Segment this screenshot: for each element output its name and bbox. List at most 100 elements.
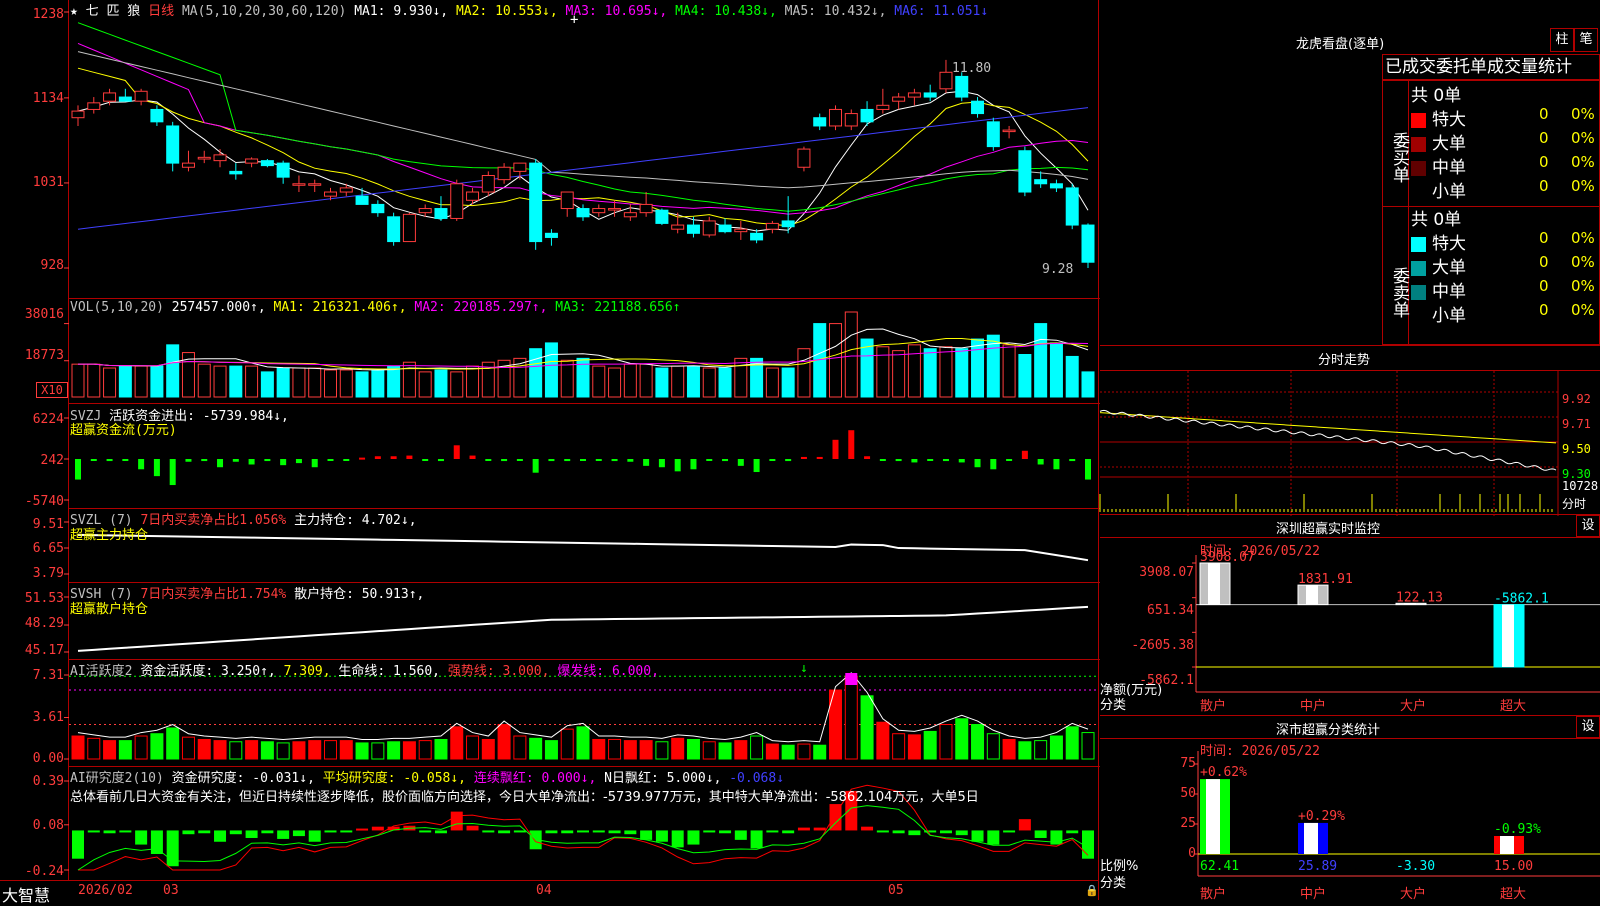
svsh-subtitle: 超赢散户持仓 bbox=[70, 602, 149, 617]
ai2-comment: 总体看前几日大资金有关注，但近日持续性逐步降低，股价面临方向选择，今日大单净流出… bbox=[70, 790, 979, 805]
fund-flow-bar bbox=[390, 456, 397, 459]
buy-total: 共 0单 bbox=[1411, 86, 1462, 106]
fund-flow-bar bbox=[311, 459, 318, 468]
lhb-title: 龙虎看盘(逐单) bbox=[1296, 37, 1385, 52]
research-bar bbox=[624, 830, 637, 835]
tick-view-button[interactable]: 笔 bbox=[1574, 28, 1598, 52]
fund-flow-bar bbox=[106, 459, 113, 462]
volume-bar bbox=[797, 348, 811, 398]
activity-bar bbox=[1018, 741, 1032, 760]
ai1-y-label: 3.61 bbox=[32, 710, 64, 725]
volume-bar bbox=[371, 369, 385, 398]
net-bar-label: 122.13 bbox=[1396, 590, 1443, 605]
research-bar bbox=[892, 830, 905, 834]
fund-flow-bar bbox=[958, 459, 965, 463]
svzj-subtitle: 超赢资金流(万元) bbox=[70, 423, 177, 438]
lhb-tabs[interactable]: 已成交委托单成交量统计 bbox=[1382, 54, 1600, 80]
volume-bar bbox=[686, 365, 700, 398]
lhb-table: 委买单 委卖单 共 0单 共 0单 特大 0 0% 大单 0 0% 中单 0 0% 小单 0 0% 特… bbox=[1382, 80, 1600, 345]
ai1-y-label: 0.00 bbox=[32, 751, 64, 766]
activity-bar bbox=[181, 736, 195, 760]
lhb-row-value: 0 bbox=[1539, 153, 1549, 171]
activity-bar bbox=[876, 721, 890, 760]
activity-bar bbox=[639, 740, 653, 760]
research-bar bbox=[545, 830, 558, 834]
szjk-cat: 中户 bbox=[1300, 699, 1327, 714]
fund-flow-bar bbox=[516, 459, 523, 461]
lock-icon[interactable]: 🔒 bbox=[1085, 884, 1099, 897]
activity-bar bbox=[560, 728, 574, 760]
research-bar bbox=[592, 830, 605, 833]
lhb-row-label: 大单 bbox=[1432, 134, 1466, 154]
down-arrow-icon: ↓ bbox=[800, 661, 808, 676]
research-bar bbox=[1018, 819, 1031, 831]
fenshi-y-label: 9.50 bbox=[1562, 442, 1591, 456]
research-bar bbox=[434, 830, 447, 834]
fund-flow-bar bbox=[911, 459, 918, 463]
activity-bar bbox=[765, 743, 779, 760]
research-bar bbox=[450, 811, 463, 831]
lhb-row-percent: 0% bbox=[1571, 177, 1595, 195]
fund-flow-bar bbox=[643, 459, 650, 466]
fund-flow-bar bbox=[1053, 459, 1060, 470]
research-bar bbox=[1066, 830, 1079, 834]
svzj-y-label: 6224 bbox=[32, 412, 64, 427]
activity-bar bbox=[513, 735, 527, 760]
activity-bar bbox=[260, 741, 274, 760]
fund-flow-bar bbox=[1021, 450, 1028, 459]
research-bar bbox=[103, 830, 116, 834]
volume-bar bbox=[292, 367, 306, 398]
fund-flow-bar bbox=[485, 459, 492, 461]
activity-bar bbox=[1034, 740, 1048, 760]
fund-flow-bar bbox=[122, 459, 129, 461]
svzj-y-label: 242 bbox=[40, 453, 64, 468]
fund-flow-bar bbox=[469, 455, 476, 459]
volume-bar bbox=[1049, 342, 1063, 398]
research-bar bbox=[750, 830, 763, 849]
research-bar bbox=[939, 830, 952, 834]
ai2-header: AI研究度2(10) 资金研究度: -0.031↓, 平均研究度: -0.058… bbox=[70, 771, 785, 786]
research-bar bbox=[577, 830, 589, 833]
activity-bar bbox=[844, 675, 858, 760]
lhb-row-label: 小单 bbox=[1432, 182, 1466, 202]
lhb-row-percent: 0% bbox=[1571, 105, 1595, 123]
szfl-cat: 中户 bbox=[1300, 887, 1327, 902]
fund-flow-bar bbox=[879, 459, 886, 461]
volume-bar bbox=[339, 369, 353, 398]
volume-bar bbox=[765, 367, 779, 398]
bar-view-button[interactable]: 柱 bbox=[1550, 28, 1574, 52]
research-bar bbox=[466, 825, 479, 831]
color-swatch bbox=[1411, 112, 1426, 128]
volume-bar bbox=[892, 350, 906, 398]
ai2-y-label: -0.24 bbox=[24, 864, 64, 879]
fenshi-panel[interactable]: 分时走势 9.92 9.71 9.50 9.30 10728 分时 bbox=[1099, 345, 1600, 516]
lhb-row: 特大 0 0% bbox=[1411, 105, 1600, 130]
fund-flow-bar bbox=[1069, 459, 1076, 462]
fund-flow-bar bbox=[532, 459, 539, 473]
month-label: 04 bbox=[536, 883, 552, 898]
research-bar bbox=[766, 830, 779, 833]
fund-flow-bar bbox=[280, 459, 287, 466]
research-bar bbox=[703, 830, 716, 833]
volume-bar bbox=[608, 367, 622, 398]
svsh-y-label: 45.17 bbox=[24, 643, 64, 658]
sz-class-chart[interactable]: +0.62% 62.41 +0.29% 25.89 -3.30 -0.93% 15.00 bbox=[1100, 716, 1600, 901]
ratio-change-label: +0.62% bbox=[1200, 765, 1247, 780]
research-bar bbox=[719, 830, 732, 834]
sz-monitor-chart[interactable]: 3908.07 1831.91 122.13 -5862.1 bbox=[1100, 515, 1600, 715]
activity-bar bbox=[544, 740, 558, 760]
research-bar bbox=[371, 826, 384, 831]
left-chart-area[interactable]: ★ 七 匹 狼 日线 MA(5,10,20,30,60,120) MA1: 9.… bbox=[0, 0, 1100, 905]
fund-flow-bar bbox=[374, 456, 381, 459]
net-bar-label: -5862.1 bbox=[1494, 592, 1549, 607]
szjk-cat: 散户 bbox=[1200, 699, 1227, 714]
fund-flow-bar bbox=[832, 439, 839, 459]
fenshi-vol-label: 10728 bbox=[1562, 479, 1599, 493]
volume-bar bbox=[560, 359, 574, 398]
volume-bar bbox=[702, 367, 716, 398]
activity-bar bbox=[529, 737, 543, 760]
activity-bar bbox=[87, 737, 101, 760]
ratio-bar-highlight bbox=[1500, 836, 1514, 854]
svsh-y-label: 51.53 bbox=[24, 591, 64, 606]
intraday-chart[interactable] bbox=[1099, 346, 1600, 516]
